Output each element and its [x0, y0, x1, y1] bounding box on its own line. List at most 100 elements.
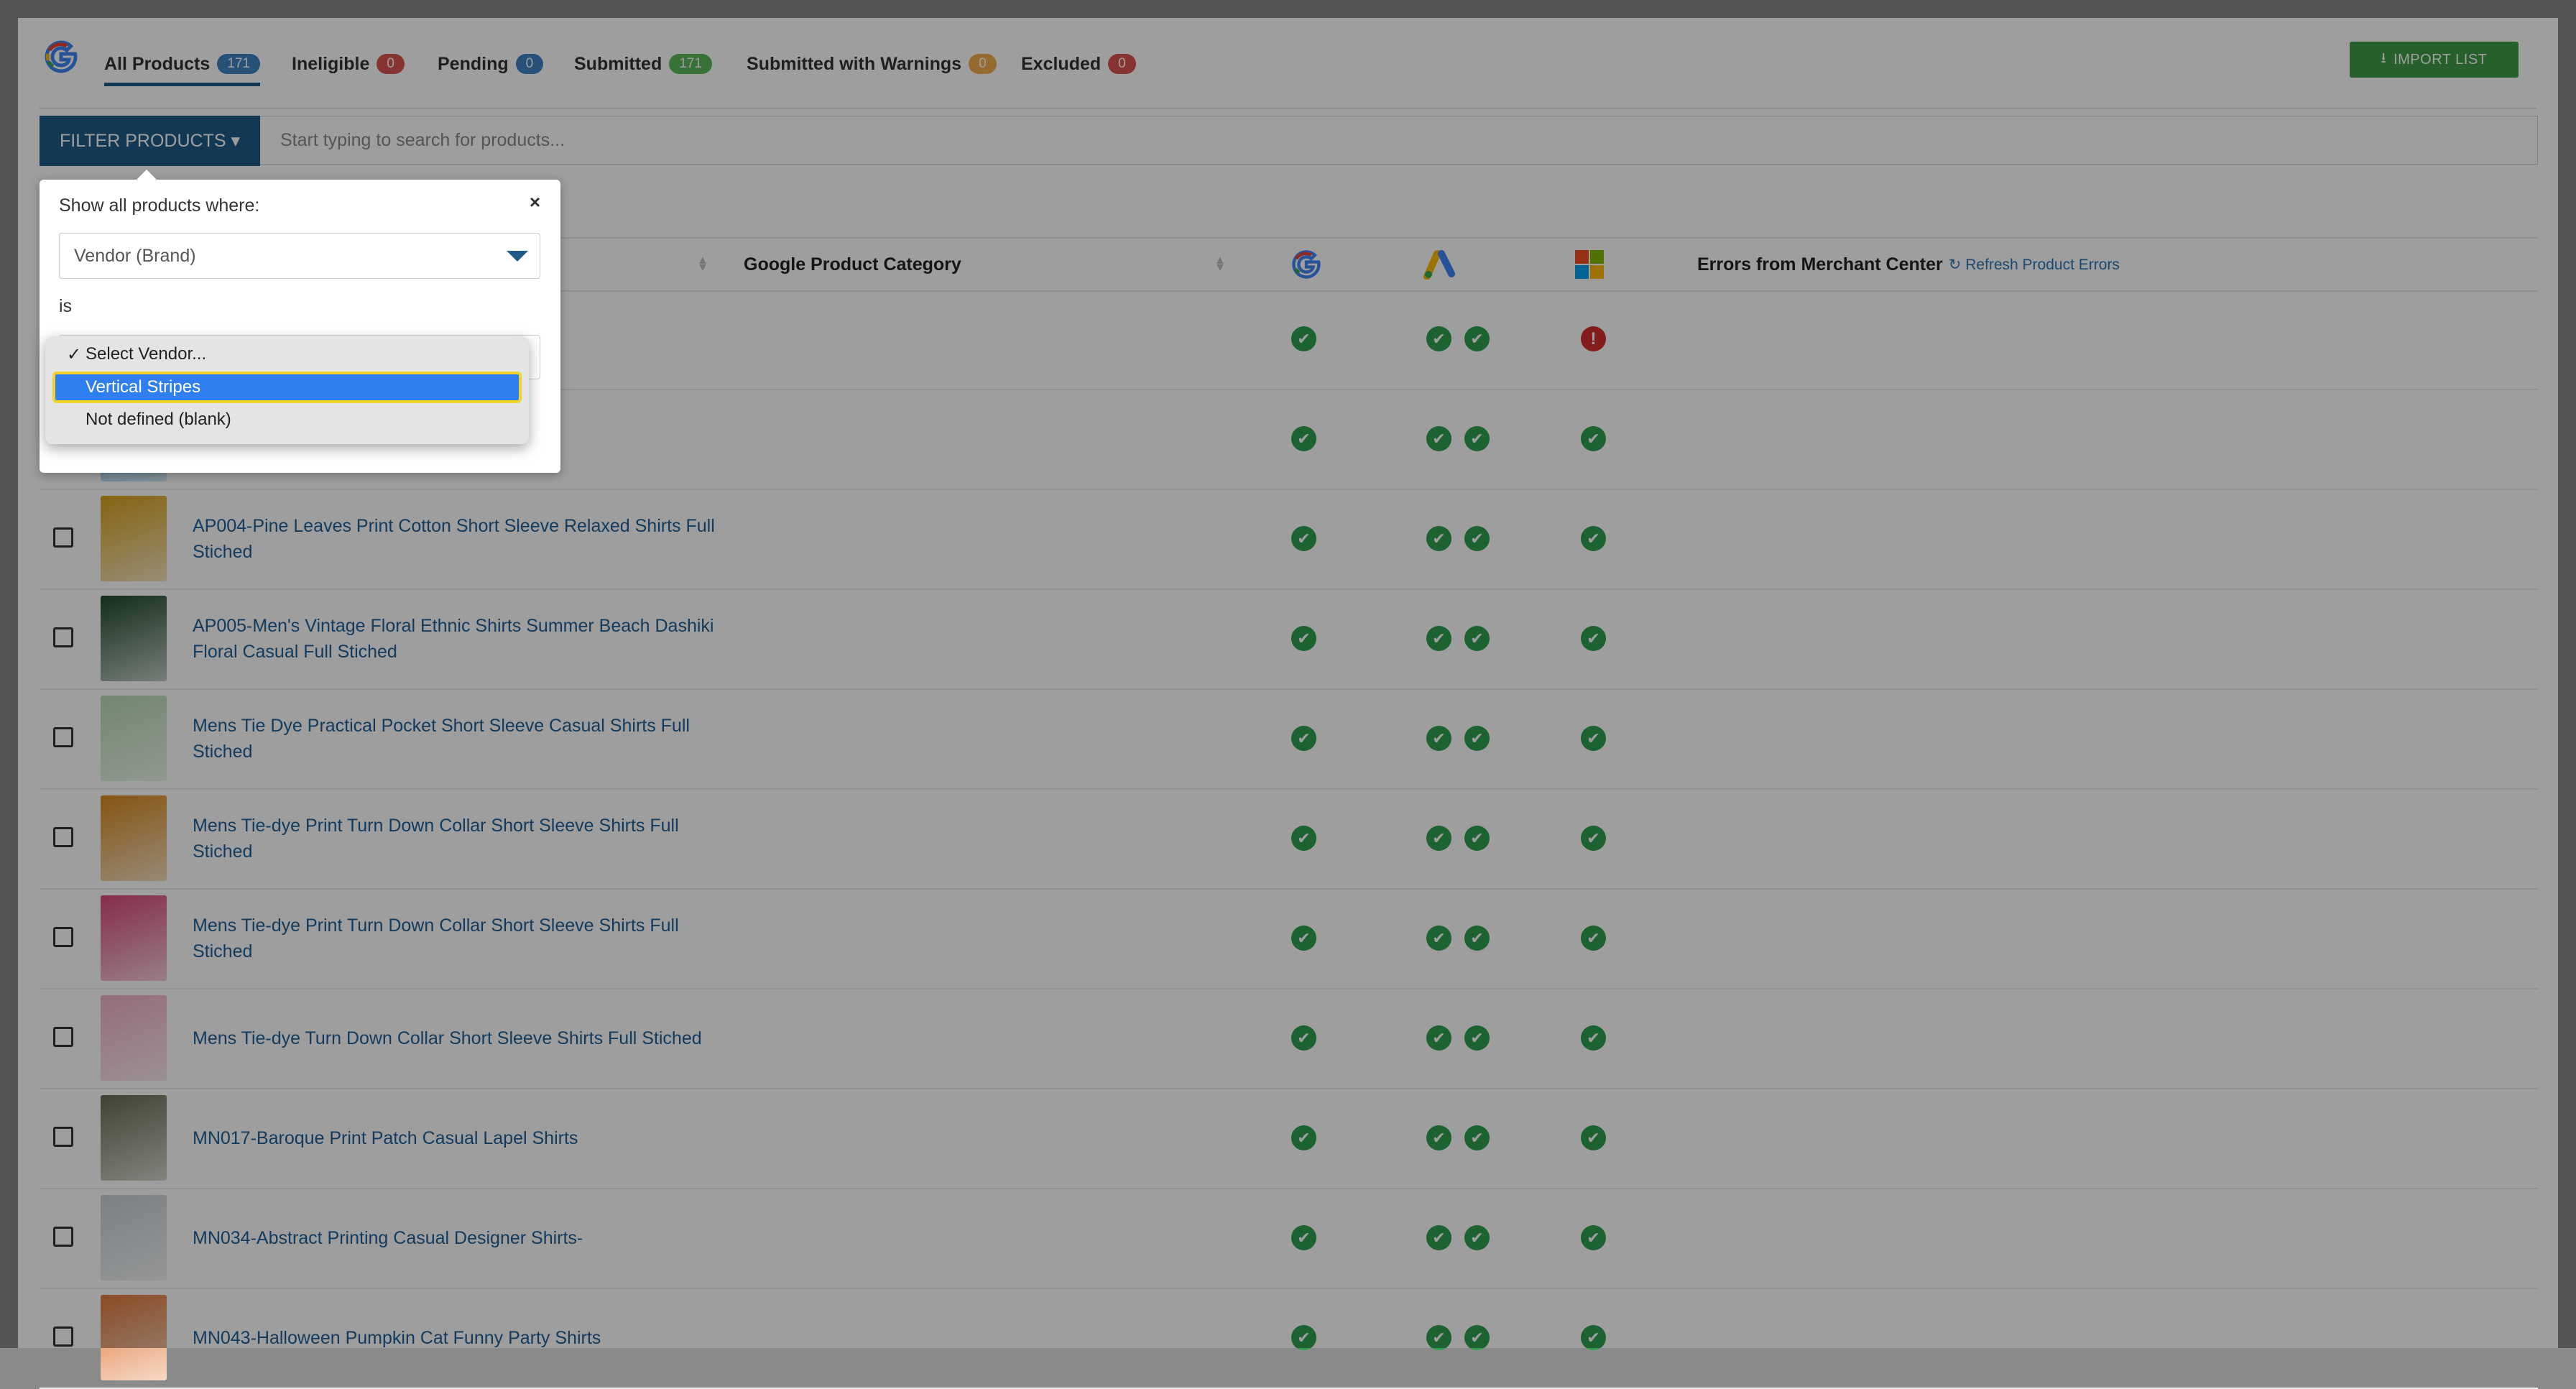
row-checkbox[interactable]: [53, 1027, 73, 1047]
chevron-down-icon: [507, 251, 528, 262]
tab-pending[interactable]: Pending 0: [438, 45, 544, 83]
tab-label: Submitted with Warnings: [747, 53, 962, 74]
table-row[interactable]: Mens Tie-dye Turn Down Collar Short Slee…: [40, 988, 2538, 1089]
check-status-icon: ✔: [1581, 1325, 1606, 1350]
count-badge: 171: [217, 54, 260, 74]
table-row[interactable]: Mens Tie-dye Print Turn Down Collar Shor…: [40, 788, 2538, 890]
check-status-icon: ✔: [1581, 726, 1606, 751]
filter-products-button[interactable]: FILTER PRODUCTS ▾: [40, 116, 260, 166]
check-status-icon: ✔: [1291, 526, 1316, 551]
check-status-icon: ✔: [1464, 1025, 1490, 1051]
check-status-icon: ✔: [1426, 926, 1451, 951]
refresh-product-errors-link[interactable]: ↻ Refresh Product Errors: [1949, 256, 2120, 274]
tab-label: Pending: [438, 53, 509, 74]
table-row[interactable]: Mens Tie-dye Print Turn Down Collar Shor…: [40, 888, 2538, 989]
count-badge: 171: [669, 54, 712, 74]
check-status-icon: ✔: [1291, 926, 1316, 951]
product-name-link[interactable]: MN043-Halloween Pumpkin Cat Funny Party …: [193, 1288, 724, 1388]
product-thumbnail: [101, 1095, 167, 1181]
vendor-dropdown-list: ✓ Select Vendor... Vertical Stripes Not …: [45, 336, 529, 444]
tab-submitted[interactable]: Submitted 171: [574, 45, 712, 83]
check-status-icon: ✔: [1464, 526, 1490, 551]
check-status-icon: ✔: [1426, 826, 1451, 851]
row-checkbox[interactable]: [53, 727, 73, 747]
check-status-icon: ✔: [1426, 1025, 1451, 1051]
product-name-link[interactable]: MN034-Abstract Printing Casual Designer …: [193, 1188, 724, 1288]
check-status-icon: ✔: [1464, 1125, 1490, 1150]
check-status-icon: ✔: [1426, 626, 1451, 651]
check-status-icon: ✔: [1464, 1225, 1490, 1250]
popup-arrow: [137, 170, 157, 180]
check-status-icon: ✔: [1291, 826, 1316, 851]
count-badge: 0: [515, 54, 544, 74]
filter-popup: Show all products where: × Vendor (Brand…: [40, 170, 560, 473]
count-badge: 0: [377, 54, 405, 74]
check-status-icon: ✔: [1291, 726, 1316, 751]
import-list-button[interactable]: ⭳ IMPORT LIST: [2350, 42, 2519, 78]
option-select-vendor[interactable]: ✓ Select Vendor...: [52, 340, 522, 369]
table-row[interactable]: AP005-Men's Vintage Floral Ethnic Shirts…: [40, 589, 2538, 690]
product-thumbnail: [101, 1295, 167, 1380]
check-status-icon: ✔: [1426, 326, 1451, 351]
product-name-link[interactable]: Mens Tie-dye Print Turn Down Collar Shor…: [193, 888, 724, 988]
google-ads-icon: [1423, 239, 1456, 290]
check-status-icon: ✔: [1291, 326, 1316, 351]
row-checkbox[interactable]: [53, 527, 73, 548]
row-checkbox[interactable]: [53, 1127, 73, 1147]
product-name-link[interactable]: MN017-Baroque Print Patch Casual Lapel S…: [193, 1088, 724, 1188]
check-status-icon: ✔: [1291, 1325, 1316, 1350]
check-status-icon: ✔: [1426, 1125, 1451, 1150]
check-status-icon: ✔: [1291, 1225, 1316, 1250]
tab-label: Ineligible: [292, 53, 370, 74]
table-row[interactable]: MN043-Halloween Pumpkin Cat Funny Party …: [40, 1288, 2538, 1389]
table-row[interactable]: AP004-Pine Leaves Print Cotton Short Sle…: [40, 489, 2538, 590]
check-status-icon: ✔: [1581, 626, 1606, 651]
tab-ineligible[interactable]: Ineligible 0: [292, 45, 405, 83]
table-row[interactable]: Mens Tie Dye Practical Pocket Short Slee…: [40, 688, 2538, 790]
operator-label: is: [59, 296, 73, 316]
search-input[interactable]: Start typing to search for products...: [260, 116, 2538, 165]
filter-field-select[interactable]: Vendor (Brand): [59, 233, 540, 279]
check-status-icon: ✔: [1464, 926, 1490, 951]
product-name-link[interactable]: Mens Tie-dye Print Turn Down Collar Shor…: [193, 788, 724, 888]
check-status-icon: ✔: [1291, 1025, 1316, 1051]
download-icon: ⭳: [2381, 50, 2387, 66]
check-status-icon: ✔: [1464, 326, 1490, 351]
row-checkbox[interactable]: [53, 627, 73, 647]
row-checkbox[interactable]: [53, 927, 73, 947]
check-status-icon: ✔: [1581, 1225, 1606, 1250]
table-row[interactable]: MN034-Abstract Printing Casual Designer …: [40, 1188, 2538, 1289]
popup-title: Show all products where:: [59, 195, 260, 216]
option-not-defined[interactable]: Not defined (blank): [52, 405, 522, 434]
check-status-icon: ✔: [1426, 726, 1451, 751]
close-icon[interactable]: ×: [530, 191, 540, 213]
check-status-icon: ✔: [1581, 426, 1606, 451]
tab-all-products[interactable]: All Products 171: [104, 45, 260, 86]
check-status-icon: ✔: [1581, 1025, 1606, 1051]
tab-label: All Products: [104, 53, 211, 74]
tab-excluded[interactable]: Excluded 0: [1021, 45, 1136, 83]
row-checkbox[interactable]: [53, 1326, 73, 1347]
sort-column-name-icon[interactable]: ▲ ▼: [697, 239, 708, 290]
product-thumbnail: [101, 995, 167, 1081]
product-thumbnail: [101, 596, 167, 681]
product-thumbnail: [101, 496, 167, 581]
product-name-link[interactable]: AP004-Pine Leaves Print Cotton Short Sle…: [193, 489, 724, 589]
column-header-errors: Errors from Merchant Center ↻ Refresh Pr…: [1697, 254, 2120, 274]
row-checkbox[interactable]: [53, 1227, 73, 1247]
tab-label: Excluded: [1021, 53, 1102, 74]
option-vertical-stripes[interactable]: Vertical Stripes: [52, 372, 522, 403]
table-row[interactable]: MN017-Baroque Print Patch Casual Lapel S…: [40, 1088, 2538, 1189]
check-status-icon: ✔: [1464, 1325, 1490, 1350]
sort-column-category-icon[interactable]: ▲ ▼: [1214, 239, 1226, 290]
tab-submitted-with-warnings[interactable]: Submitted with Warnings 0: [747, 45, 997, 83]
import-list-label: IMPORT LIST: [2393, 51, 2488, 68]
product-name-link[interactable]: Mens Tie-dye Turn Down Collar Short Slee…: [193, 988, 724, 1088]
microsoft-icon: [1575, 239, 1604, 290]
column-header-category[interactable]: Google Product Category: [744, 239, 961, 290]
product-name-link[interactable]: AP005-Men's Vintage Floral Ethnic Shirts…: [193, 589, 724, 688]
row-checkbox[interactable]: [53, 827, 73, 847]
checkmark-icon: ✓: [67, 344, 82, 364]
check-status-icon: ✔: [1464, 626, 1490, 651]
product-name-link[interactable]: Mens Tie Dye Practical Pocket Short Slee…: [193, 688, 724, 788]
